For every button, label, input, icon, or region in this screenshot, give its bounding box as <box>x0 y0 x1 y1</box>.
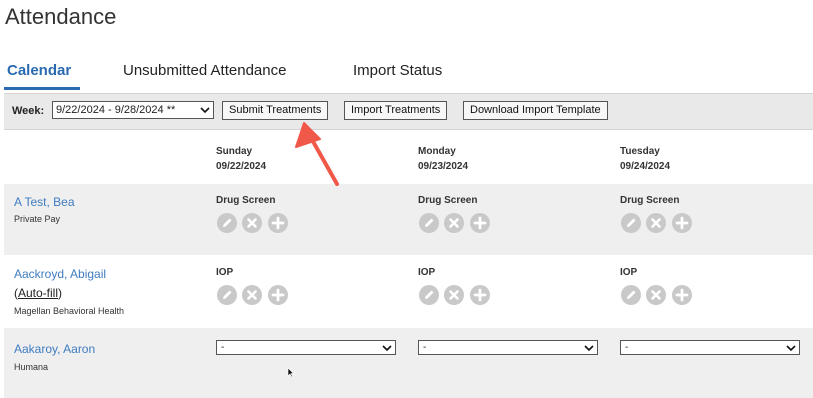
autofill-link[interactable]: Auto-fill <box>18 286 58 300</box>
treatment-select[interactable]: - <box>216 340 396 355</box>
day-name: Monday <box>418 146 456 157</box>
service-label: Drug Screen <box>418 195 478 206</box>
service-label: Drug Screen <box>216 195 276 206</box>
chevron-down-icon <box>584 345 594 352</box>
add-icon[interactable] <box>470 285 490 305</box>
treatment-select-value: - <box>221 342 225 353</box>
week-label: Week: <box>12 105 45 117</box>
patient-name-link[interactable]: Aakaroy, Aaron <box>14 342 95 356</box>
treatment-select[interactable]: - <box>418 340 598 355</box>
delete-icon[interactable] <box>646 285 666 305</box>
chevron-down-icon <box>382 345 392 352</box>
edit-icon[interactable] <box>621 285 641 305</box>
autofill-paren-close: ) <box>58 286 63 300</box>
day-header-sunday: Sunday 09/22/2024 <box>216 144 266 174</box>
day-date: 09/22/2024 <box>216 161 267 172</box>
edit-icon[interactable] <box>419 213 439 233</box>
treatment-select-value: - <box>625 342 629 353</box>
service-label: IOP <box>216 267 234 278</box>
day-header-monday: Monday 09/23/2024 <box>418 144 468 174</box>
week-select[interactable]: 9/22/2024 - 9/28/2024 ** <box>52 101 214 119</box>
tab-import-status[interactable]: Import Status <box>353 62 442 79</box>
payer-label: Humana <box>14 362 49 372</box>
tab-bar: Calendar Unsubmitted Attendance Import S… <box>0 58 813 92</box>
delete-icon[interactable] <box>242 285 262 305</box>
tab-unsubmitted-attendance[interactable]: Unsubmitted Attendance <box>123 62 286 79</box>
payer-label: Private Pay <box>14 214 61 224</box>
patient-name-link[interactable]: A Test, Bea <box>14 195 75 209</box>
day-date: 09/24/2024 <box>620 161 671 172</box>
import-treatments-button[interactable]: Import Treatments <box>344 101 448 120</box>
add-icon[interactable] <box>672 285 692 305</box>
payer-label: Magellan Behavioral Health <box>14 306 125 316</box>
service-label: Drug Screen <box>620 195 680 206</box>
submit-treatments-button[interactable]: Submit Treatments <box>222 101 329 120</box>
page-title: Attendance <box>5 4 117 29</box>
chevron-down-icon <box>786 345 796 352</box>
treatment-select-value: - <box>423 342 427 353</box>
day-name: Sunday <box>216 146 253 157</box>
edit-icon[interactable] <box>419 285 439 305</box>
chevron-down-icon <box>200 107 210 114</box>
day-header-tuesday: Tuesday 09/24/2024 <box>620 144 670 174</box>
delete-icon[interactable] <box>242 213 262 233</box>
patient-name-link[interactable]: Aackroyd, Abigail <box>14 267 106 281</box>
add-icon[interactable] <box>470 213 490 233</box>
delete-icon[interactable] <box>444 213 464 233</box>
mouse-cursor-icon <box>287 367 295 378</box>
day-date: 09/23/2024 <box>418 161 469 172</box>
week-toolbar: Week: 9/22/2024 - 9/28/2024 ** Submit Tr… <box>4 93 813 130</box>
active-tab-indicator <box>4 87 80 90</box>
edit-icon[interactable] <box>217 213 237 233</box>
add-icon[interactable] <box>268 213 288 233</box>
patient-row: Aakaroy, Aaron Humana <box>4 328 813 398</box>
delete-icon[interactable] <box>444 285 464 305</box>
day-name: Tuesday <box>620 146 660 157</box>
download-import-template-button[interactable]: Download Import Template <box>463 101 608 120</box>
delete-icon[interactable] <box>646 213 666 233</box>
service-label: IOP <box>418 267 436 278</box>
add-icon[interactable] <box>672 213 692 233</box>
week-select-value: 9/22/2024 - 9/28/2024 ** <box>56 104 176 116</box>
autofill-wrapper: (Auto-fill) <box>14 286 62 300</box>
service-label: IOP <box>620 267 638 278</box>
treatment-select[interactable]: - <box>620 340 800 355</box>
add-icon[interactable] <box>268 285 288 305</box>
tab-calendar[interactable]: Calendar <box>7 62 71 79</box>
edit-icon[interactable] <box>217 285 237 305</box>
edit-icon[interactable] <box>621 213 641 233</box>
